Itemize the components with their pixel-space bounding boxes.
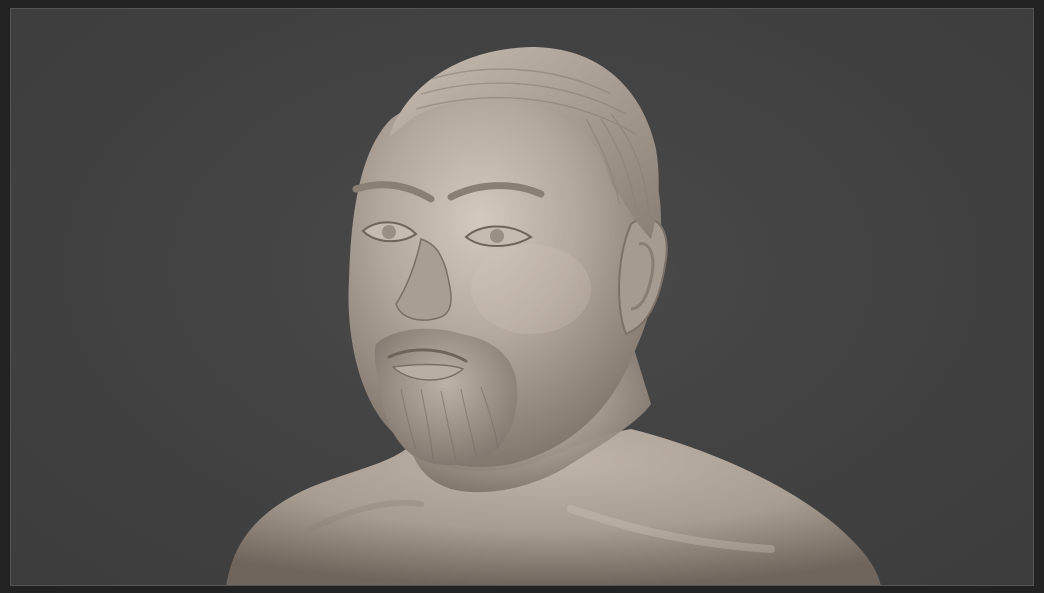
sculpt-model[interactable] (11, 9, 1034, 586)
ear-shape (618, 217, 668, 336)
cheek-highlight (471, 244, 591, 334)
3d-viewport[interactable] (10, 8, 1034, 586)
beard-shape (374, 328, 518, 466)
app-window (0, 0, 1044, 593)
